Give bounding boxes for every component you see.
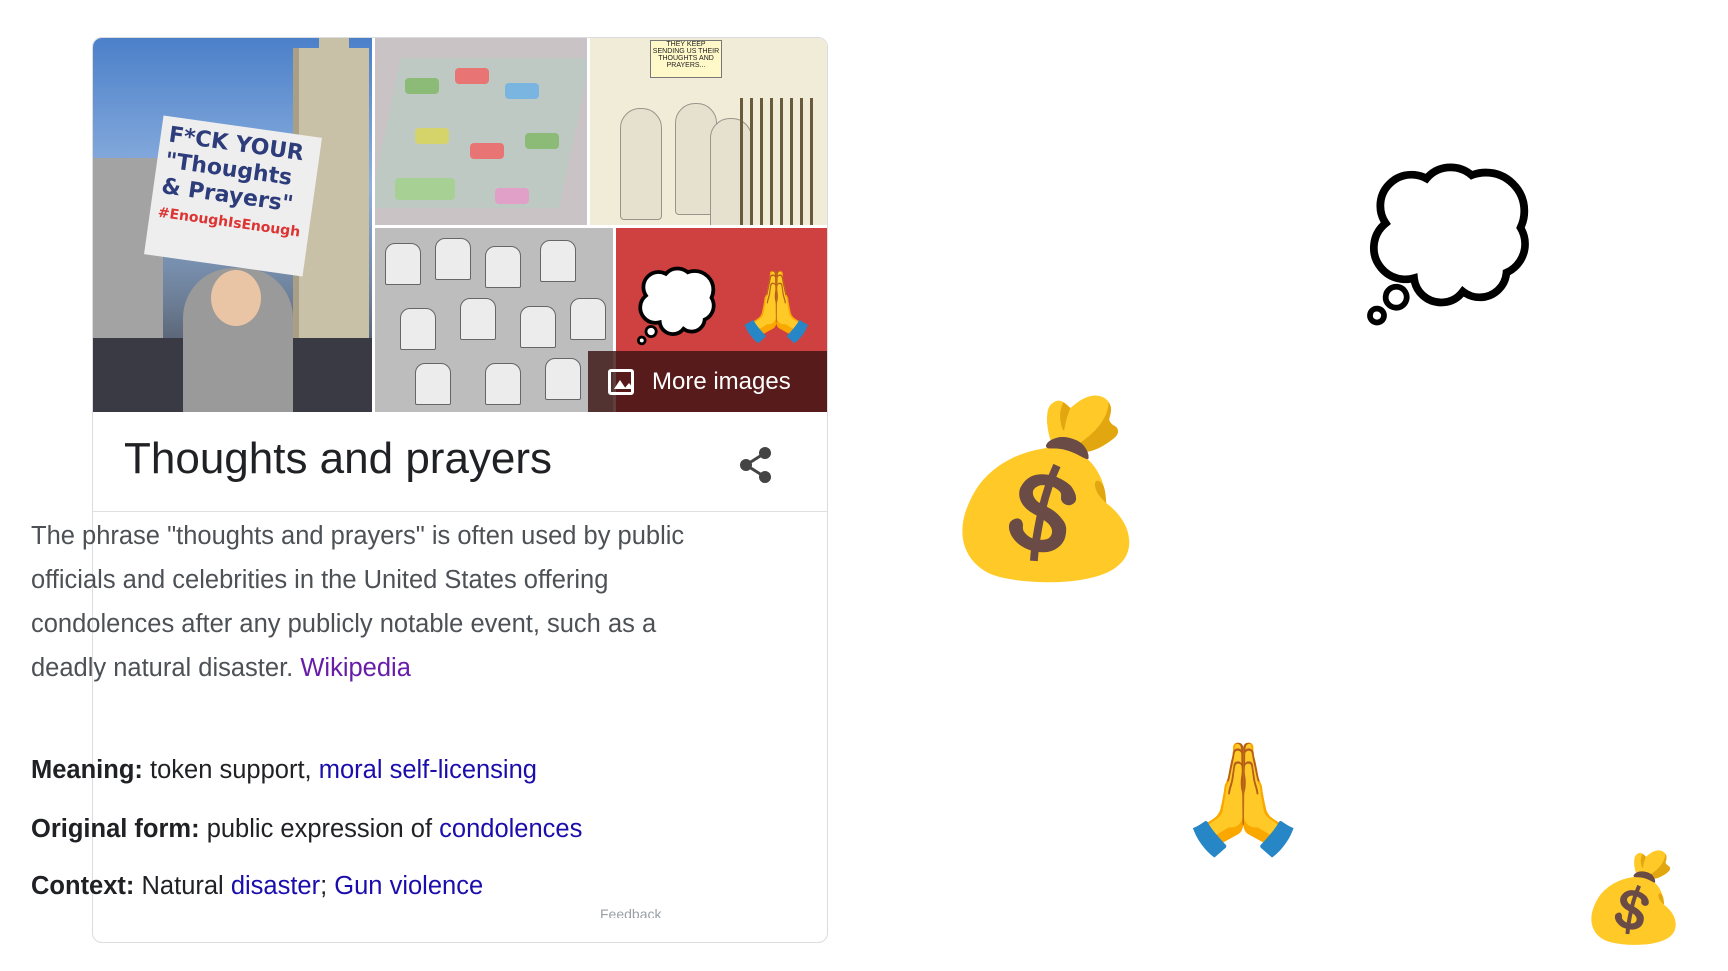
share-icon [740, 447, 771, 483]
knowledge-panel: F*CK YOUR "Thoughts & Prayers" #EnoughIs… [92, 37, 828, 943]
fact-label: Context: [31, 872, 135, 900]
fact-label: Meaning: [31, 756, 143, 784]
board-button [405, 78, 439, 94]
gravestone [400, 308, 436, 350]
board-button [470, 143, 504, 159]
thumbnail-graveyard-cartoon[interactable] [375, 228, 613, 412]
image-gallery[interactable]: F*CK YOUR "Thoughts & Prayers" #EnoughIs… [93, 38, 827, 412]
thought-cloud-icon: 💭 [1361, 163, 1536, 326]
gravestone [570, 298, 606, 340]
money-bag-icon: 💰 [940, 390, 1152, 588]
panel-title: Thoughts and prayers [124, 434, 553, 483]
moral-self-licensing-link[interactable]: moral self-licensing [319, 756, 537, 784]
share-button[interactable] [733, 442, 779, 488]
gate-shape [740, 98, 820, 225]
feedback-link[interactable]: Feedback [600, 906, 700, 918]
speech-bubble: THEY KEEP SENDING US THEIR THOUGHTS AND … [650, 40, 722, 78]
thumbnail-protest-photo[interactable]: F*CK YOUR "Thoughts & Prayers" #EnoughIs… [93, 38, 372, 412]
gravestone [540, 240, 576, 282]
fact-text: public expression of [206, 815, 440, 843]
thumbnail-board-cartoon[interactable] [375, 38, 587, 225]
gravestone [460, 298, 496, 340]
board-button [395, 178, 455, 200]
gravestone [485, 246, 521, 288]
wikipedia-link[interactable]: Wikipedia [300, 654, 411, 682]
board-button [505, 83, 539, 99]
board-button [415, 128, 449, 144]
fact-context: Context: Natural disaster; Gun violence [31, 872, 483, 901]
board-button [525, 133, 559, 149]
gravestone [435, 238, 471, 280]
board-button [455, 68, 489, 84]
panel-description: The phrase "thoughts and prayers" is oft… [31, 514, 711, 690]
condolences-link[interactable]: condolences [439, 815, 582, 843]
fact-text: Natural [141, 872, 231, 900]
thought-cloud-icon: 💭 [634, 267, 719, 346]
title-row: Thoughts and prayers [93, 412, 827, 512]
gravestone [545, 358, 581, 400]
gravestone [415, 363, 451, 405]
gun-violence-link[interactable]: Gun violence [334, 872, 483, 900]
protester-face [211, 270, 261, 326]
fact-meaning: Meaning: token support, moral self-licen… [31, 756, 537, 785]
cartoon-figure [620, 108, 662, 220]
fact-original-form: Original form: public expression of cond… [31, 815, 582, 844]
money-bag-icon: 💰 [1580, 848, 1688, 948]
more-images-label: More images [652, 367, 791, 395]
folded-hands-icon: 🙏 [734, 267, 819, 346]
gravestone [385, 243, 421, 285]
fact-text: token support, [150, 756, 319, 784]
protest-sign: F*CK YOUR "Thoughts & Prayers" #EnoughIs… [144, 115, 322, 277]
more-images-button[interactable]: More images [588, 351, 827, 412]
disaster-link[interactable]: disaster [231, 872, 320, 900]
board-button [495, 188, 529, 204]
fact-separator: ; [320, 872, 335, 900]
folded-hands-icon: 🙏 [1176, 736, 1311, 861]
gravestone [485, 363, 521, 405]
fact-label: Original form: [31, 815, 200, 843]
thumbnail-heaven-cartoon[interactable]: THEY KEEP SENDING US THEIR THOUGHTS AND … [590, 38, 827, 225]
gravestone [520, 306, 556, 348]
image-icon [608, 368, 634, 395]
